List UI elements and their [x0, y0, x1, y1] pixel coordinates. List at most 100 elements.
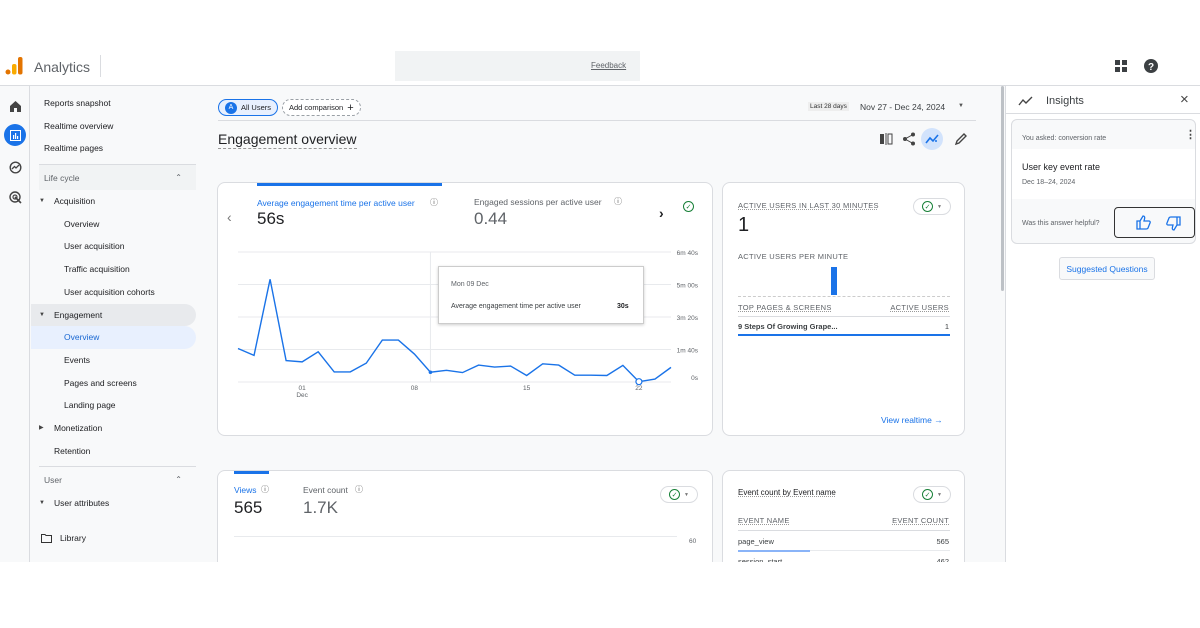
close-icon[interactable]: × [1180, 91, 1189, 108]
x-tick-label: 15 [523, 385, 531, 392]
compare-dropdown[interactable]: ✓ ▼ [913, 198, 951, 215]
view-realtime-link[interactable]: View realtime → [881, 415, 943, 425]
more-vert-icon[interactable]: ⋮ [1185, 128, 1196, 141]
realtime-value: 1 [738, 214, 750, 236]
column-header-pages: Top pages & screens [738, 303, 832, 312]
nav-item-realtime-overview[interactable]: Realtime overview [31, 115, 196, 138]
date-range-picker[interactable]: Nov 27 - Dec 24, 2024 [860, 102, 945, 112]
nav-section-user[interactable]: User ⌃ [39, 466, 196, 492]
y-tick-label: 6m 40s [677, 250, 699, 257]
thumbs-down-icon[interactable] [1166, 216, 1181, 231]
app-name: Analytics [34, 59, 91, 75]
metric-tab-views[interactable]: Views [234, 485, 257, 495]
column-header-event-name: Event name [738, 516, 790, 525]
check-circle-icon: ✓ [669, 489, 681, 500]
share-icon[interactable] [902, 132, 916, 146]
nav-item-user-acquisition-cohorts[interactable]: User acquisition cohorts [31, 281, 196, 304]
left-rail [0, 86, 30, 562]
caret-down-icon: ▼ [39, 500, 45, 507]
chart-tooltip: Mon 09 Dec Average engagement time per a… [438, 266, 644, 324]
add-comparison-button[interactable]: Add comparison + [282, 99, 361, 116]
segment-chip-all-users[interactable]: A All Users [218, 99, 279, 116]
event-row-name: page_view [738, 537, 774, 546]
insights-button[interactable] [921, 128, 943, 150]
tooltip-value: 30s [617, 303, 629, 310]
help-icon[interactable]: ⓘ [355, 484, 363, 495]
divider [738, 530, 950, 531]
nav-item-landing-page[interactable]: Landing page [31, 394, 196, 417]
nav-item-label: Overview [64, 218, 100, 229]
advertising-icon[interactable] [4, 186, 26, 208]
selected-metric-indicator [234, 471, 269, 474]
nav-section-lifecycle[interactable]: Life cycle ⌃ [39, 164, 196, 191]
nav-item-label: User attributes [54, 498, 110, 509]
check-circle-icon: ✓ [922, 201, 934, 212]
edit-icon[interactable] [954, 132, 968, 146]
nav-item-label: Retention [54, 445, 91, 456]
nav-item-monetization[interactable]: ▶ Monetization [31, 417, 196, 440]
suggested-questions-button[interactable]: Suggested Questions [1059, 257, 1155, 280]
caret-down-icon: ▼ [39, 311, 45, 318]
column-header-active-users: Active users [890, 303, 949, 312]
page-row-name: 9 Steps Of Growing Grape... [738, 322, 838, 331]
event-row-name: session_start [738, 557, 783, 562]
feedback-link[interactable]: Feedback [591, 61, 626, 70]
date-range-label: Last 28 days [808, 102, 849, 111]
y-tick-label: 0s [691, 375, 699, 382]
nav-item-library[interactable]: Library [31, 527, 196, 550]
nav-item-engagement[interactable]: ▼ Engagement [31, 303, 196, 327]
explore-icon[interactable] [4, 156, 26, 178]
insight-answer-card: You asked: conversion rate ⋮ User key ev… [1011, 119, 1196, 244]
main-scrollbar[interactable] [1001, 86, 1004, 291]
compare-dropdown[interactable]: ✓ ▼ [913, 486, 951, 503]
x-tick-label: 22 [635, 385, 643, 392]
row-bar [738, 550, 810, 552]
y-tick-label: 5m 00s [677, 283, 699, 290]
divider [738, 316, 950, 317]
asked-query: You asked: conversion rate [1022, 135, 1107, 142]
folder-icon [41, 533, 52, 543]
nav-item-reports-snapshot[interactable]: Reports snapshot [31, 92, 196, 115]
nav-item-user-attributes[interactable]: ▼ User attributes [31, 492, 196, 515]
nav-item-realtime-pages[interactable]: Realtime pages [31, 137, 196, 160]
nav-item-events[interactable]: Events [31, 349, 196, 372]
compare-dropdown[interactable]: ✓ ▼ [660, 486, 698, 503]
nav-item-label: Overview [64, 332, 100, 343]
answer-date: Dec 18–24, 2024 [1022, 179, 1076, 186]
home-icon[interactable] [4, 95, 26, 117]
event-row-value: 565 [936, 537, 949, 546]
x-tick-sublabel: Dec [296, 392, 308, 399]
nav-item-retention[interactable]: Retention [31, 440, 196, 463]
data-point [428, 370, 433, 375]
nav-item-pages-and-screens[interactable]: Pages and screens [31, 372, 196, 395]
chevron-down-icon[interactable]: ▼ [958, 103, 964, 109]
compare-icon[interactable] [879, 132, 893, 146]
feedback-buttons [1114, 207, 1195, 238]
realtime-title: Active users in last 30 minutes [738, 201, 879, 210]
event-count-card: Event count by Event name ✓ ▼ Event name … [722, 470, 965, 562]
nav-item-overview[interactable]: Overview [31, 213, 196, 236]
metric-value: 565 [234, 498, 263, 517]
thumbs-up-icon[interactable] [1136, 215, 1151, 230]
nav-item-label: Library [60, 533, 86, 543]
reports-icon[interactable] [4, 124, 26, 146]
help-icon[interactable]: ⓘ [261, 484, 269, 495]
chevron-down-icon: ▼ [684, 491, 689, 498]
plus-icon: + [347, 101, 354, 114]
analytics-logo [5, 57, 23, 75]
help-icon[interactable]: ? [1143, 58, 1159, 74]
nav-item-overview[interactable]: Overview [31, 326, 196, 349]
views-card: Views ⓘ 565 Event count ⓘ 1.7K ✓ ▼ 60 [217, 470, 713, 562]
nav-item-label: Traffic acquisition [64, 264, 130, 275]
nav-item-traffic-acquisition[interactable]: Traffic acquisition [31, 258, 196, 281]
minute-axis [738, 296, 950, 297]
nav-item-label: Pages and screens [64, 377, 137, 388]
realtime-card: Active users in last 30 minutes ✓ ▼ 1 Act… [722, 182, 965, 436]
y-tick-label: 3m 20s [677, 315, 699, 322]
nav-item-user-acquisition[interactable]: User acquisition [31, 235, 196, 258]
divider [1006, 113, 1200, 114]
grid-icon[interactable] [1113, 58, 1129, 74]
metric-tab-event-count[interactable]: Event count [303, 485, 348, 495]
x-tick-label: 01 [299, 385, 307, 392]
nav-item-acquisition[interactable]: ▼ Acquisition [31, 190, 196, 213]
